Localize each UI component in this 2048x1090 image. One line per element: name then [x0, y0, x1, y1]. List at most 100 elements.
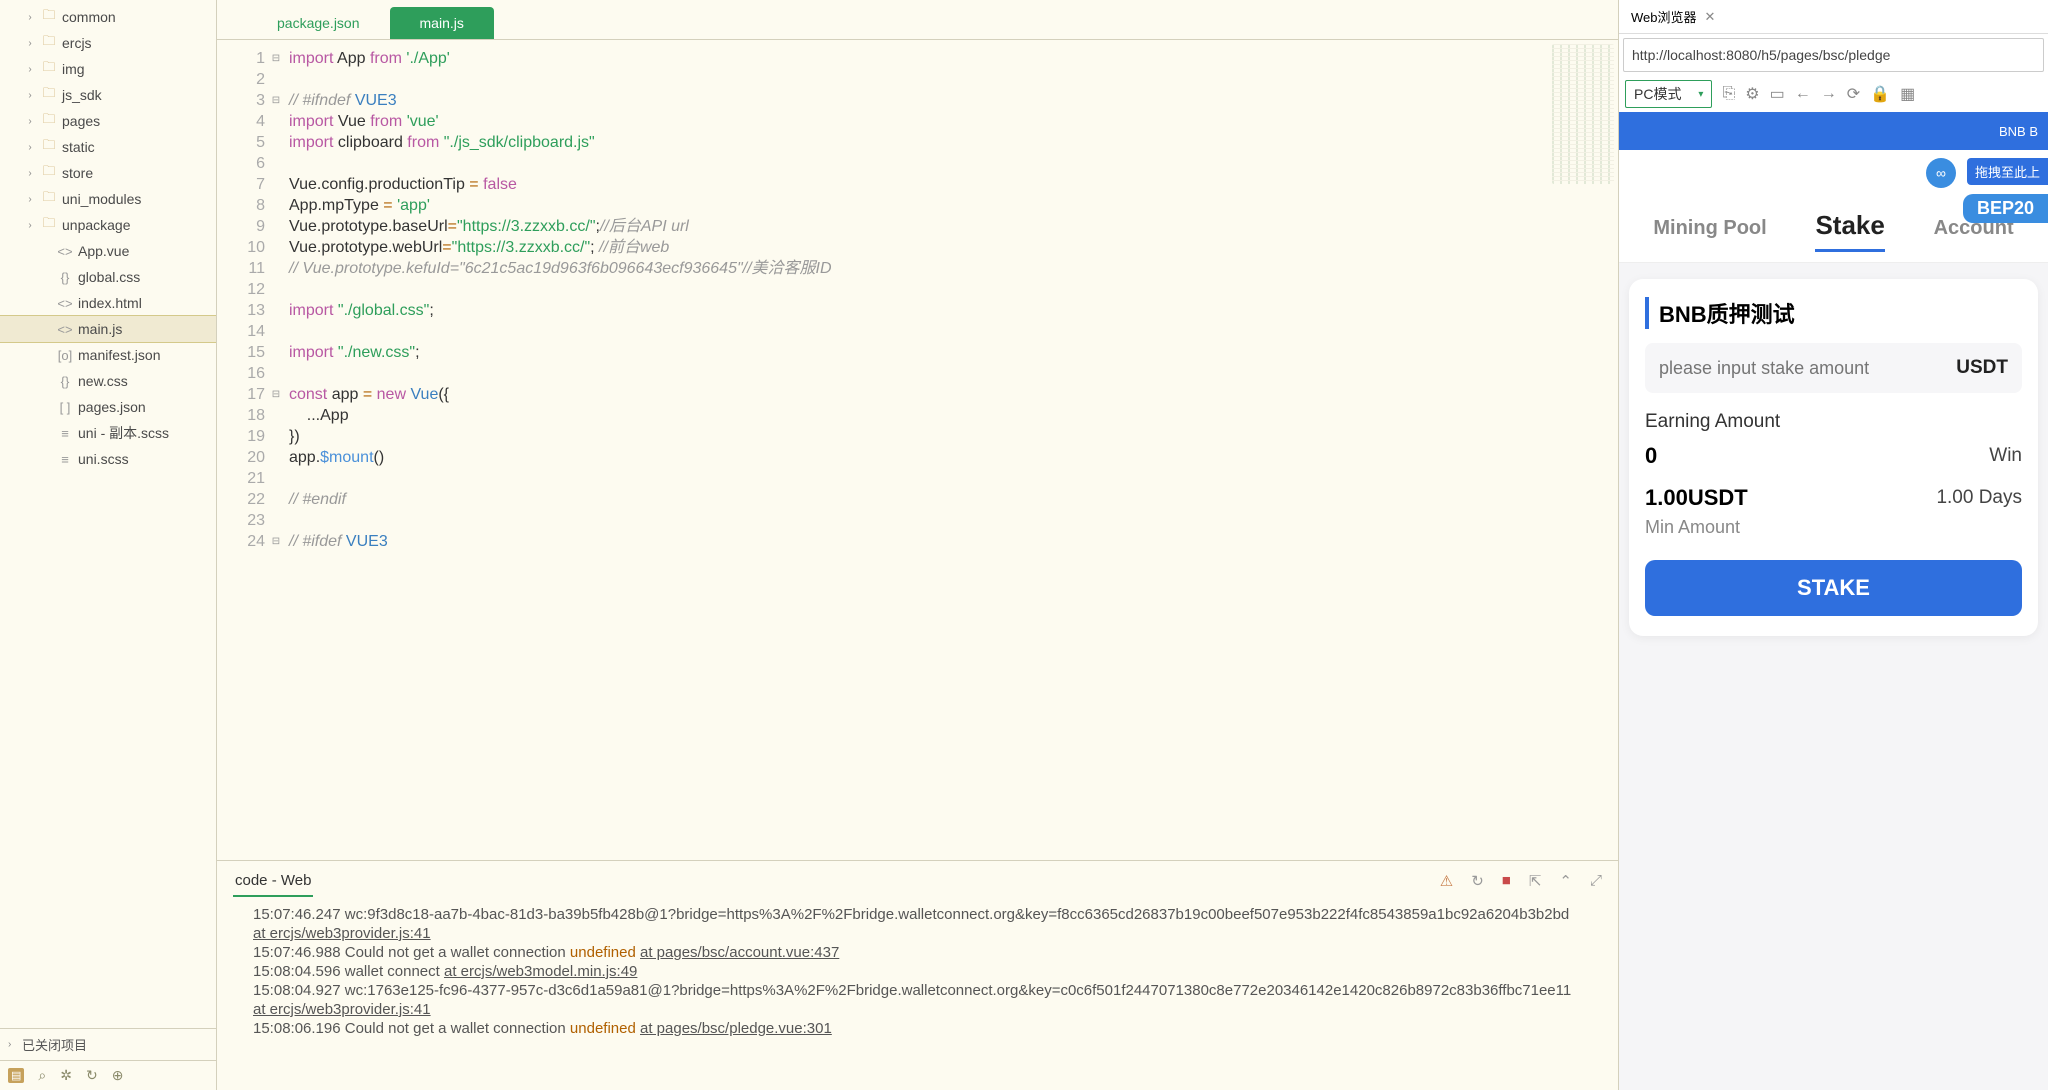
folder-item[interactable]: ›🗀pages: [0, 108, 216, 134]
console-line: 15:07:46.247 wc:9f3d8c18-aa7b-4bac-81d3-…: [253, 905, 1582, 943]
float-cloud-icon[interactable]: ∞: [1926, 158, 1956, 188]
file-item[interactable]: <>main.js: [0, 316, 216, 342]
float-drag-label: 拖拽至此上: [1975, 162, 2040, 181]
item-label: store: [62, 165, 93, 181]
file-item[interactable]: [ ]pages.json: [0, 394, 216, 420]
item-label: new.css: [78, 373, 128, 389]
float-drag-button[interactable]: 拖拽至此上: [1967, 158, 2048, 185]
app-topbar: BNB B: [1619, 112, 2048, 150]
toolbar-globe-icon[interactable]: ⊕: [112, 1067, 124, 1084]
toolbar-search-icon[interactable]: ⌕: [38, 1067, 46, 1084]
open-folder-icon[interactable]: ⎘: [1722, 85, 1735, 103]
collapse-icon[interactable]: ⌃: [1559, 872, 1572, 890]
stake-input-row: USDT: [1645, 343, 2022, 393]
toolbar-sync-icon[interactable]: ↻: [86, 1067, 98, 1084]
folder-icon: 🗀: [40, 188, 58, 210]
chevron-right-icon: ›: [24, 38, 36, 49]
min-row: 1.00USDT 1.00 Days: [1645, 485, 2022, 511]
source-link[interactable]: at ercjs/web3model.min.js:49: [444, 963, 637, 980]
back-icon[interactable]: ←: [1795, 85, 1811, 103]
file-icon: ≡: [56, 452, 74, 467]
folder-item[interactable]: ›🗀static: [0, 134, 216, 160]
mode-label: PC模式: [1634, 84, 1681, 104]
editor-tab[interactable]: main.js: [390, 7, 494, 39]
browser-toolbar: PC模式 ⎘ ⚙ ▭ ← → ⟳ 🔒 ▦: [1619, 76, 2048, 112]
folder-item[interactable]: ›🗀unpackage: [0, 212, 216, 238]
console-tab[interactable]: code - Web: [233, 866, 313, 897]
topbar-text: BNB B: [1999, 124, 2038, 139]
chevron-right-icon: ›: [24, 64, 36, 75]
mode-select[interactable]: PC模式: [1625, 80, 1712, 108]
item-label: uni_modules: [62, 191, 141, 207]
stake-button[interactable]: STAKE: [1645, 560, 2022, 616]
file-item[interactable]: <>index.html: [0, 290, 216, 316]
folder-item[interactable]: ›🗀store: [0, 160, 216, 186]
settings-icon[interactable]: ⚙: [1745, 84, 1759, 104]
item-label: unpackage: [62, 217, 131, 233]
stake-card: BNB质押测试 USDT Earning Amount 0 Win 1.00US…: [1629, 279, 2038, 636]
toolbar-debug-icon[interactable]: ✲: [60, 1067, 72, 1084]
source-link[interactable]: at ercjs/web3provider.js:41: [253, 925, 431, 942]
folder-item[interactable]: ›🗀js_sdk: [0, 82, 216, 108]
editor-body: 123456789101112131415161718192021222324 …: [217, 40, 1618, 860]
file-item[interactable]: {}global.css: [0, 264, 216, 290]
line-gutter: 123456789101112131415161718192021222324: [217, 40, 269, 860]
console-body[interactable]: 15:07:46.247 wc:9f3d8c18-aa7b-4bac-81d3-…: [217, 901, 1618, 1090]
warning-icon[interactable]: ⚠: [1440, 872, 1453, 890]
file-icon: <>: [56, 296, 74, 311]
sidebar-toolbar: ▤ ⌕ ✲ ↻ ⊕: [0, 1060, 216, 1090]
console-line: 15:08:06.196 Could not get a wallet conn…: [253, 1019, 1582, 1038]
grid-icon[interactable]: ▦: [1900, 84, 1915, 104]
devtools-icon[interactable]: ▭: [1770, 84, 1785, 104]
browser-tab-label: Web浏览器: [1631, 7, 1697, 26]
fold-gutter: ⊟⊟⊟⊟: [269, 40, 283, 860]
console-header: code - Web ⚠ ↻ ■ ⇱ ⌃ ⤢: [217, 861, 1618, 901]
source-link[interactable]: at ercjs/web3provider.js:41: [253, 1001, 431, 1018]
url-bar[interactable]: http://localhost:8080/h5/pages/bsc/pledg…: [1623, 38, 2044, 72]
item-label: pages.json: [78, 399, 146, 415]
file-item[interactable]: {} new.css: [0, 368, 216, 394]
browser-tab[interactable]: Web浏览器 ✕: [1619, 0, 2048, 34]
folder-icon: 🗀: [40, 32, 58, 54]
forward-icon[interactable]: →: [1821, 85, 1837, 103]
folder-icon: 🗀: [40, 6, 58, 28]
file-icon: ≡: [56, 426, 74, 441]
close-icon[interactable]: ✕: [1705, 9, 1716, 25]
file-item[interactable]: <>App.vue: [0, 238, 216, 264]
editor-tab-bar: package.jsonmain.js: [217, 0, 1618, 40]
export-icon[interactable]: ⇱: [1529, 872, 1542, 890]
lock-icon[interactable]: 🔒: [1870, 84, 1890, 104]
toolbar-file-icon[interactable]: ▤: [8, 1068, 24, 1083]
code-content[interactable]: import App from './App'// #ifndef VUE3im…: [283, 40, 1548, 860]
earning-right: Win: [1989, 445, 2022, 467]
folder-item[interactable]: ›🗀common: [0, 4, 216, 30]
item-label: ercjs: [62, 35, 92, 51]
closed-projects[interactable]: › 已关闭项目: [0, 1028, 216, 1060]
file-icon: {}: [56, 374, 74, 389]
file-item[interactable]: ≡uni - 副本.scss: [0, 420, 216, 446]
toggle-icon[interactable]: ⤢: [1590, 872, 1602, 890]
file-item[interactable]: [o]manifest.json: [0, 342, 216, 368]
folder-item[interactable]: ›🗀uni_modules: [0, 186, 216, 212]
chevron-right-icon: ›: [24, 116, 36, 127]
file-item[interactable]: ≡uni.scss: [0, 446, 216, 472]
item-label: main.js: [78, 321, 122, 337]
folder-item[interactable]: ›🗀img: [0, 56, 216, 82]
source-link[interactable]: at pages/bsc/account.vue:437: [640, 944, 839, 961]
stop-icon[interactable]: ■: [1502, 872, 1511, 890]
item-label: pages: [62, 113, 100, 129]
console-actions: ⚠ ↻ ■ ⇱ ⌃ ⤢: [1440, 872, 1602, 890]
folder-item[interactable]: › 🗀ercjs: [0, 30, 216, 56]
editor-tab[interactable]: package.json: [247, 7, 390, 39]
page-tab[interactable]: Mining Pool: [1653, 217, 1766, 248]
console-line: 15:08:04.596 wallet connect at ercjs/web…: [253, 962, 1582, 981]
refresh-icon[interactable]: ↻: [1471, 872, 1484, 890]
bep20-badge: BEP20: [1963, 194, 2048, 223]
minimap[interactable]: [1548, 40, 1618, 860]
reload-icon[interactable]: ⟳: [1847, 84, 1860, 104]
source-link[interactable]: at pages/bsc/pledge.vue:301: [640, 1020, 832, 1037]
page-tab[interactable]: Stake: [1815, 210, 1884, 252]
code-pane[interactable]: 123456789101112131415161718192021222324 …: [217, 40, 1548, 860]
stake-unit: USDT: [1956, 357, 2008, 379]
stake-amount-input[interactable]: [1659, 358, 1956, 379]
